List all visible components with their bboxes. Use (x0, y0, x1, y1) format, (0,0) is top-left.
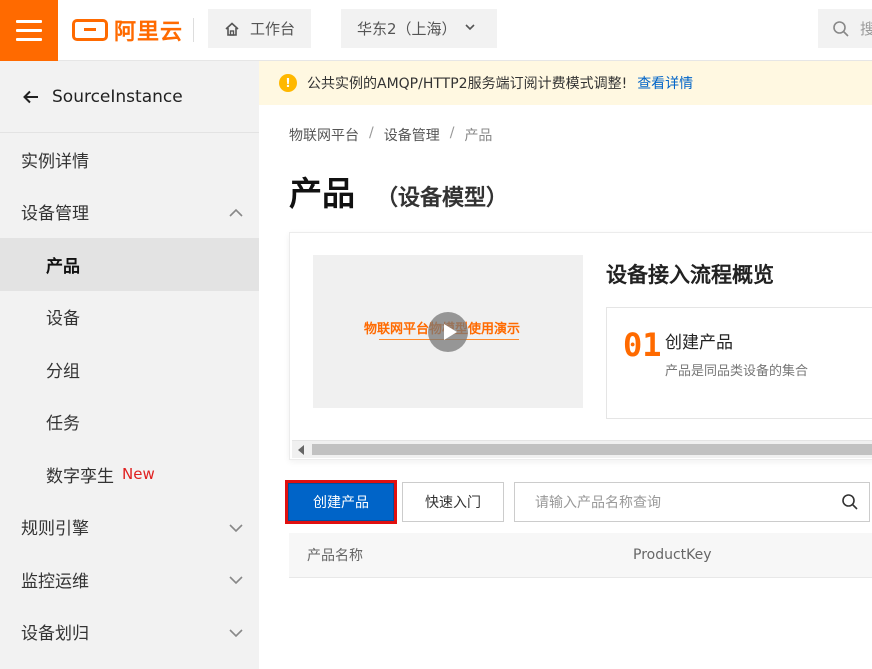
demo-video[interactable]: 物联网平台物模型使用演示 (313, 255, 583, 408)
breadcrumb-device-management[interactable]: 设备管理 (384, 125, 440, 145)
workbench-button[interactable]: 工作台 (208, 9, 311, 48)
menu-icon (16, 20, 42, 23)
sidebar-item-monitoring[interactable]: 监控运维 (0, 553, 259, 606)
flow-title: 设备接入流程概览 (606, 263, 774, 287)
scroll-left-icon[interactable] (298, 445, 304, 455)
region-selector[interactable]: 华东2（上海） (341, 9, 497, 48)
sidebar-item-device-management[interactable]: 设备管理 (0, 186, 259, 239)
step-name: 创建产品 (665, 333, 733, 353)
product-table-header: 产品名称 ProductKey (289, 533, 872, 578)
sidebar-item-groups[interactable]: 分组 (0, 343, 259, 396)
chevron-up-icon (229, 208, 243, 217)
sidebar-item-devices[interactable]: 设备 (0, 291, 259, 344)
column-product-name: 产品名称 (307, 548, 363, 564)
search-icon[interactable] (841, 493, 859, 511)
arrow-left-icon (23, 90, 38, 103)
sidebar-item-instance-details[interactable]: 实例详情 (0, 133, 259, 186)
product-search-placeholder: 请输入产品名称查询 (535, 495, 661, 511)
flow-step-card: 01 创建产品 产品是同品类设备的集合 (606, 307, 872, 419)
workbench-label: 工作台 (250, 20, 296, 38)
global-search-placeholder: 搜 (860, 20, 872, 38)
breadcrumb-iot-platform[interactable]: 物联网平台 (289, 125, 359, 145)
chevron-down-icon (229, 628, 243, 637)
step-description: 产品是同品类设备的集合 (665, 364, 809, 379)
main-content: 物联网平台 / 设备管理 / 产品 产品 （设备模型） 物联网平台物模型使用演示… (259, 105, 872, 669)
horizontal-scrollbar[interactable] (292, 440, 872, 458)
sidebar-item-rule-engine[interactable]: 规则引擎 (0, 501, 259, 554)
global-search-input[interactable]: 搜 (818, 9, 872, 48)
notice-details-link[interactable]: 查看详情 (637, 73, 693, 93)
column-product-key: ProductKey (633, 547, 712, 563)
page-title: 产品 (289, 174, 355, 213)
sidebar-back-title[interactable]: SourceInstance (0, 61, 259, 133)
sidebar-item-digital-twin[interactable]: 数字孪生 New (0, 448, 259, 501)
onboarding-flow-card: 物联网平台物模型使用演示 设备接入流程概览 01 创建产品 产品是同品类设备的集… (289, 232, 872, 460)
quickstart-button[interactable]: 快速入门 (402, 482, 504, 522)
sidebar-item-tasks[interactable]: 任务 (0, 396, 259, 449)
notice-text: 公共实例的AMQP/HTTP2服务端订阅计费模式调整! (307, 76, 628, 92)
product-search-input[interactable]: 请输入产品名称查询 (514, 482, 870, 522)
chevron-down-icon (229, 523, 243, 532)
chevron-down-icon (465, 24, 475, 31)
aliyun-logo[interactable]: 阿里云 (72, 15, 183, 45)
page-subtitle: （设备模型） (376, 186, 509, 211)
step-number: 01 (623, 326, 662, 364)
instance-name: SourceInstance (52, 86, 183, 107)
sidebar-item-products[interactable]: 产品 (0, 238, 259, 291)
play-icon[interactable] (428, 312, 468, 352)
search-icon (833, 20, 849, 37)
sidebar-item-device-assignment[interactable]: 设备划归 (0, 606, 259, 659)
chevron-down-icon (229, 576, 243, 585)
top-bar: 阿里云 工作台 华东2（上海） 搜 (0, 0, 872, 61)
breadcrumb-products: 产品 (464, 128, 493, 144)
notice-banner: ! 公共实例的AMQP/HTTP2服务端订阅计费模式调整! 查看详情 (259, 61, 872, 105)
scrollbar-thumb[interactable] (312, 444, 872, 455)
logo-text: 阿里云 (114, 20, 184, 45)
region-label: 华东2（上海） (357, 20, 457, 38)
warning-icon: ! (279, 74, 297, 92)
sidebar: SourceInstance 实例详情 设备管理 产品 设备 分组 任务 数字孪… (0, 61, 259, 669)
create-product-button[interactable]: 创建产品 (285, 480, 397, 524)
breadcrumb: 物联网平台 / 设备管理 / 产品 (289, 125, 493, 145)
home-icon (225, 21, 239, 36)
header-divider (193, 18, 194, 42)
aliyun-logo-icon (72, 19, 108, 41)
new-badge: New (122, 465, 155, 484)
hamburger-menu-button[interactable] (0, 0, 58, 61)
